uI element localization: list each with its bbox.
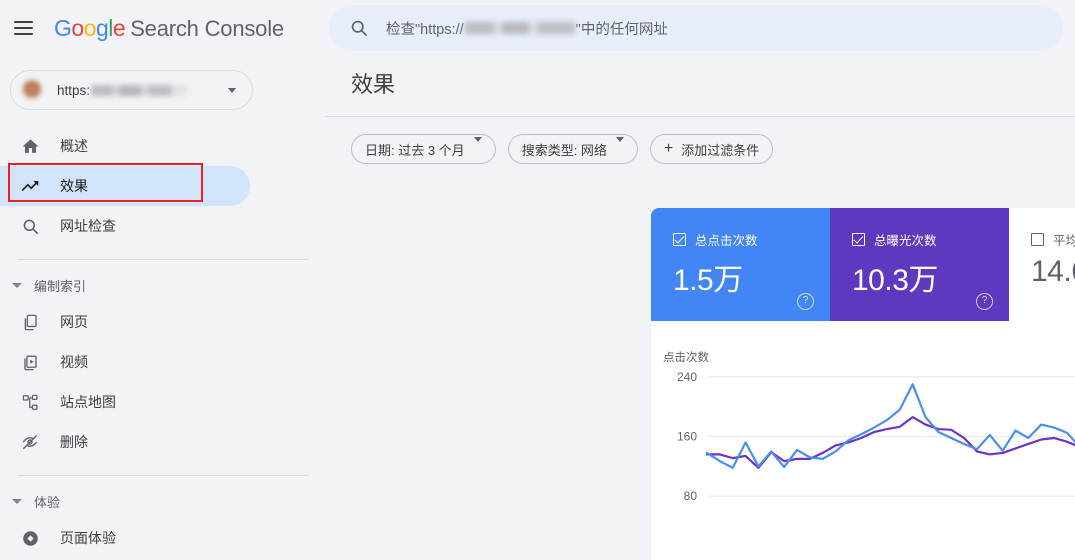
sidebar-item-label: 视频 (60, 354, 88, 370)
page-title: 效果 (351, 72, 396, 97)
sidebar-item-label: 网址检查 (60, 218, 116, 234)
sidebar-item-overview[interactable]: 概述 (0, 126, 250, 166)
triangle-down-icon (615, 136, 624, 157)
property-avatar-icon (21, 79, 43, 101)
metric-card-header: 总曝光次数 (852, 230, 1009, 249)
sidebar-item-performance[interactable]: 效果 (0, 166, 250, 206)
sidebar-item-label: 页面体验 (60, 530, 116, 546)
pages-icon (18, 310, 42, 334)
sidebar-subnav-experience: 页面体验 (0, 518, 325, 558)
sidebar-item-label: 概述 (60, 138, 88, 154)
title-divider (325, 116, 1075, 117)
metric-card-header: 总点击次数 (673, 230, 830, 249)
sidebar-divider-2 (18, 475, 309, 476)
filter-chip-label: 搜索类型: 网络 (521, 142, 607, 158)
sidebar-nav: 概述 效果 网址检查 编制索引 网页 视频 站点地图 删除 体验 页面体验 (0, 126, 325, 558)
sidebar-subnav-indexing: 网页 视频 站点地图 删除 (0, 302, 325, 462)
sidebar-divider (18, 259, 309, 260)
plus-icon: + (663, 140, 674, 157)
property-redacted-url (91, 84, 188, 96)
sidebar-item-url-inspection[interactable]: 网址检查 (0, 206, 250, 246)
triangle-down-icon (12, 498, 22, 504)
metric-card-total-clicks[interactable]: 总点击次数 1.5万 ? (651, 208, 830, 321)
chart-series-line (705, 416, 1075, 469)
google-wordmark: Google (54, 14, 126, 41)
checkbox-icon[interactable] (852, 233, 865, 246)
main-content: 检查"https:// "中的任何网址 效果 日期: 过去 3 个月 搜索类型: … (325, 0, 1075, 560)
chart-series-line (705, 383, 1075, 469)
search-icon (349, 18, 369, 38)
trending-up-icon (18, 174, 42, 198)
sidebar-item-label: 效果 (60, 178, 88, 194)
sidebar-item-sitemaps[interactable]: 站点地图 (0, 382, 250, 422)
sidebar-section-indexing[interactable]: 编制索引 (0, 268, 325, 302)
sidebar-section-label: 体验 (34, 494, 61, 510)
hamburger-icon[interactable] (14, 16, 38, 40)
metric-card-value: 14.6% (1031, 255, 1075, 288)
filter-chip-label: 添加过滤条件 (681, 142, 760, 158)
url-inspection-search-input[interactable]: 检查"https:// "中的任何网址 (329, 5, 1063, 51)
property-label: https: (57, 82, 188, 98)
help-icon[interactable]: ? (797, 293, 814, 310)
property-prefix: https: (57, 82, 91, 98)
search-placeholder: 检查"https:// "中的任何网址 (386, 18, 668, 39)
sidebar-item-page-experience[interactable]: 页面体验 (0, 518, 250, 558)
search-icon (18, 214, 42, 238)
search-console-app: Google Search Console https: 概述 效果 网址检查 … (0, 0, 1075, 560)
sitemap-icon (18, 390, 42, 414)
sidebar-item-pages[interactable]: 网页 (0, 302, 250, 342)
brand-logo: Google Search Console (54, 15, 284, 42)
filter-chip-search-type[interactable]: 搜索类型: 网络 (507, 134, 638, 164)
help-icon[interactable]: ? (976, 293, 993, 310)
search-placeholder-suffix: "中的任何网址 (575, 21, 668, 38)
sidebar-section-label: 编制索引 (34, 278, 87, 294)
filter-chip-date[interactable]: 日期: 过去 3 个月 (351, 134, 496, 164)
property-selector[interactable]: https: (10, 70, 253, 110)
performance-chart[interactable]: 80 160 240 (651, 321, 1075, 560)
metric-card-row: 总点击次数 1.5万 ? 总曝光次数 10.3万 ? 平均点击率 14.6% (651, 208, 1075, 321)
sidebar-section-experience[interactable]: 体验 (0, 484, 325, 518)
sidebar-item-video[interactable]: 视频 (0, 342, 250, 382)
chart-y-tick-label: 80 (684, 489, 698, 503)
metric-card-label: 总点击次数 (695, 234, 758, 248)
chart-y-tick-label: 240 (677, 370, 697, 384)
eye-off-icon (18, 430, 42, 454)
chart-y-tick-label: 160 (677, 430, 697, 444)
metric-card-header: 平均点击率 (1031, 230, 1075, 249)
checkbox-icon[interactable] (673, 233, 686, 246)
triangle-down-icon (473, 136, 482, 157)
filter-chip-bar: 日期: 过去 3 个月 搜索类型: 网络 + 添加过滤条件 (351, 134, 1075, 164)
metric-card-label: 总曝光次数 (874, 234, 937, 248)
metric-card-label: 平均点击率 (1053, 234, 1075, 248)
search-redacted-url (464, 22, 575, 34)
sidebar: Google Search Console https: 概述 效果 网址检查 … (0, 0, 325, 560)
sidebar-item-label: 删除 (60, 434, 88, 450)
search-placeholder-prefix: 检查"https:// (386, 21, 464, 38)
sidebar-item-label: 网页 (60, 314, 88, 330)
app-header: Google Search Console (0, 0, 325, 56)
add-filter-button[interactable]: + 添加过滤条件 (649, 134, 774, 164)
chevron-down-icon[interactable] (228, 87, 236, 93)
page-experience-icon (18, 526, 42, 550)
sidebar-item-label: 站点地图 (60, 394, 116, 410)
metric-card-average-ctr[interactable]: 平均点击率 14.6% ? (1009, 208, 1075, 321)
home-icon (18, 134, 42, 158)
performance-chart-panel: 点击次数 80 160 240 (651, 321, 1075, 560)
brand-suffix: Search Console (130, 15, 284, 41)
checkbox-icon[interactable] (1031, 233, 1044, 246)
triangle-down-icon (12, 282, 22, 288)
video-icon (18, 350, 42, 374)
filter-chip-label: 日期: 过去 3 个月 (365, 142, 465, 158)
sidebar-item-removals[interactable]: 删除 (0, 422, 250, 462)
metric-card-total-impressions[interactable]: 总曝光次数 10.3万 ? (830, 208, 1009, 321)
